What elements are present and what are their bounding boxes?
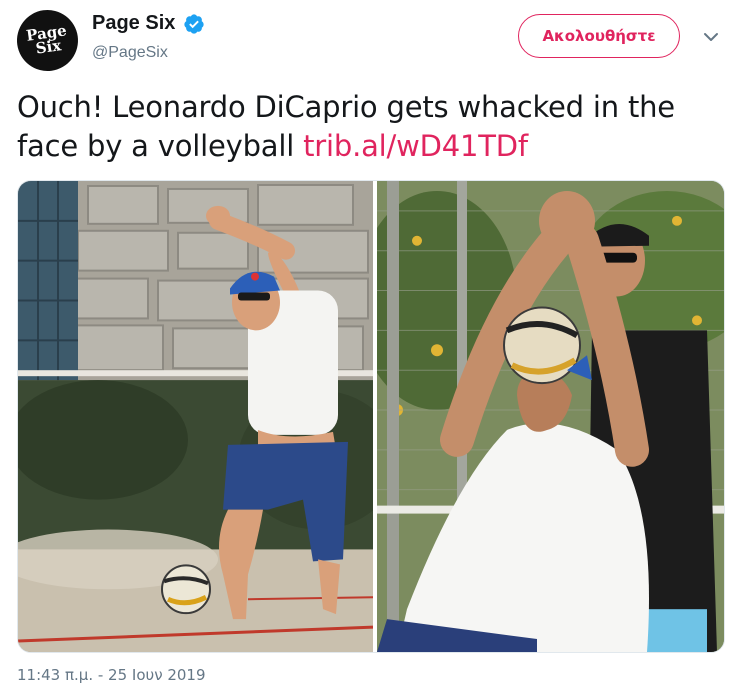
avatar-text-six: Six xyxy=(34,35,63,58)
tweet-timestamp[interactable]: 11:43 π.μ. - 25 Ιουν 2019 xyxy=(17,666,206,684)
author-name-row: Page Six xyxy=(92,12,205,35)
photo-dicaprio-kick[interactable] xyxy=(18,181,373,652)
follow-button[interactable]: Ακολουθήστε xyxy=(518,14,680,58)
tweet-media[interactable] xyxy=(17,180,725,653)
tweet-link[interactable]: trib.al/wD41TDf xyxy=(303,129,528,163)
tweet-text: Ouch! Leonardo DiCaprio gets whacked in … xyxy=(17,88,727,166)
avatar[interactable]: Page Six xyxy=(13,6,82,75)
photo-dicaprio-ball-face[interactable] xyxy=(377,181,725,652)
chevron-down-icon[interactable] xyxy=(702,28,720,46)
verified-badge-icon xyxy=(184,13,205,34)
display-name[interactable]: Page Six xyxy=(92,12,175,35)
author-handle[interactable]: @PageSix xyxy=(92,44,168,62)
